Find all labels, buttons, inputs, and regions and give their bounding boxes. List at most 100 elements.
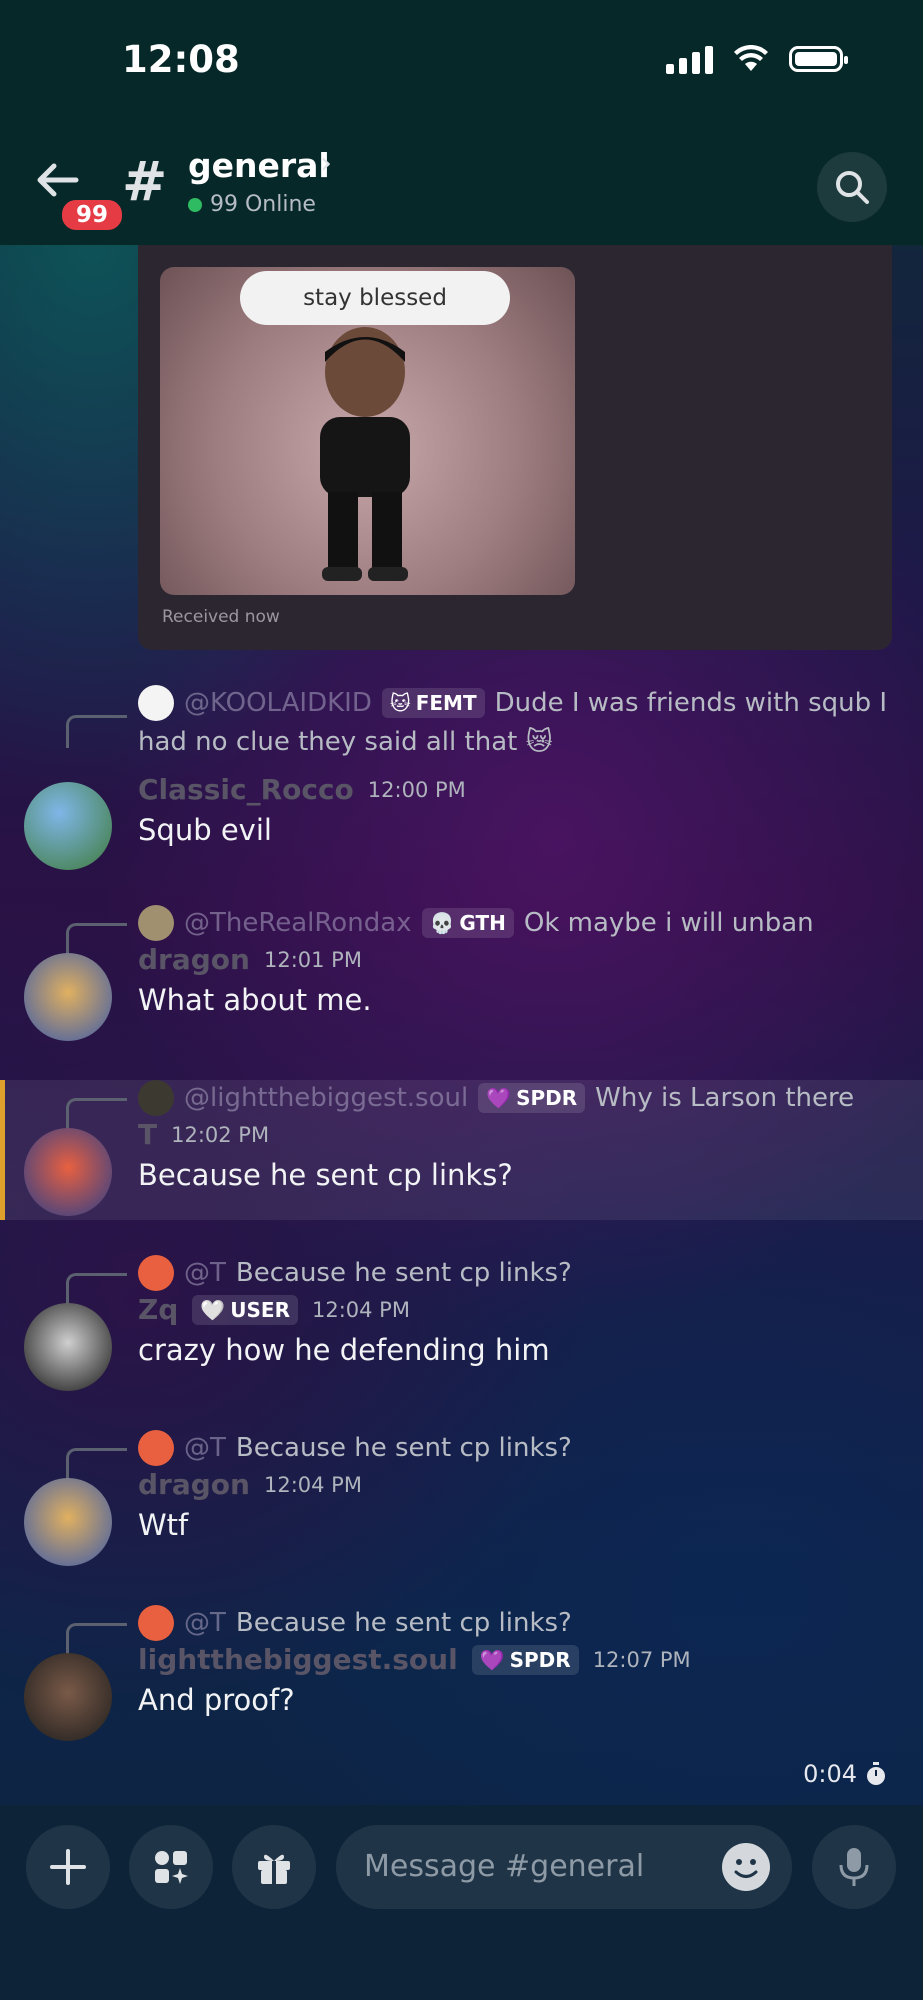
gift-icon: [258, 1854, 290, 1884]
timestamp: 12:02 PM: [171, 1122, 270, 1147]
message-text: Because he sent cp links?: [138, 1158, 513, 1192]
message-header: T 12:02 PM: [138, 1118, 269, 1151]
message-text: Wtf: [138, 1508, 189, 1542]
online-count: 99 Online: [188, 192, 316, 217]
role-badge: 💜 SPDR: [471, 1644, 579, 1675]
username[interactable]: lightthebiggest.soul: [138, 1643, 458, 1676]
message-header: Zq 🤍 USER 12:04 PM: [138, 1293, 410, 1326]
timestamp: 12:07 PM: [592, 1647, 691, 1672]
avatar[interactable]: [24, 953, 112, 1041]
username[interactable]: Zq: [138, 1293, 178, 1326]
reply-connector: [66, 1098, 127, 1131]
timestamp: 12:04 PM: [263, 1472, 362, 1497]
reply-avatar: [138, 1430, 174, 1466]
message-text: What about me.: [138, 983, 372, 1017]
online-dot-icon: [188, 197, 202, 212]
emoji-icon[interactable]: [722, 1843, 770, 1891]
reply-connector: [66, 1273, 127, 1306]
role-badge: 💜 SPDR: [478, 1083, 586, 1113]
reply-author: @T: [184, 1608, 226, 1638]
apps-icon: [155, 1851, 188, 1884]
voice-message-button[interactable]: [812, 1825, 896, 1909]
message-header: dragon 12:01 PM: [138, 943, 362, 976]
apps-button[interactable]: [129, 1825, 213, 1909]
heart-icon: 💜: [479, 1647, 505, 1672]
reply-author: @TheRealRondax: [184, 908, 412, 938]
reply-preview[interactable]: @T Because he sent cp links?: [138, 1605, 572, 1641]
gift-button[interactable]: [232, 1825, 316, 1909]
channel-header: 99 # general › 99 Online: [0, 140, 923, 245]
reply-text: Because he sent cp links?: [235, 1608, 572, 1638]
reply-text-continued: had no clue they said all that 😿: [138, 727, 553, 757]
message-composer: Message #general: [0, 1805, 923, 2000]
battery-icon: [789, 46, 848, 72]
stopwatch-icon: [867, 1762, 885, 1785]
role-badge: 🤍 USER: [192, 1294, 298, 1325]
username[interactable]: dragon: [138, 943, 250, 976]
reply-connector: [66, 1448, 127, 1481]
reply-text: Dude I was friends with squb I: [494, 688, 888, 718]
skull-icon: 💀: [429, 911, 455, 935]
wifi-icon: [734, 45, 768, 71]
person-figure-image: [320, 327, 410, 581]
timestamp: 12:04 PM: [311, 1297, 410, 1322]
message-text: Squb evil: [138, 813, 272, 847]
reply-preview[interactable]: @KOOLAIDKID 🐱 FEMT Dude I was friends wit…: [138, 685, 887, 721]
reply-author: @KOOLAIDKID: [184, 688, 372, 718]
reply-text: Because he sent cp links?: [235, 1258, 572, 1288]
image-attachment[interactable]: stay blessed Received now: [138, 245, 892, 650]
avatar[interactable]: [24, 782, 112, 870]
reply-preview[interactable]: @T Because he sent cp links?: [138, 1255, 572, 1291]
avatar[interactable]: [24, 1128, 112, 1216]
reply-connector: [66, 923, 127, 956]
heart-icon: 🤍: [200, 1297, 226, 1322]
message-text: crazy how he defending him: [138, 1333, 550, 1367]
username[interactable]: T: [138, 1118, 157, 1151]
microphone-icon: [839, 1848, 869, 1886]
search-button[interactable]: [817, 152, 887, 222]
reply-text: Because he sent cp links?: [235, 1433, 572, 1463]
message-text: And proof?: [138, 1683, 295, 1717]
reply-connector: [66, 1623, 127, 1656]
message-header: dragon 12:04 PM: [138, 1468, 362, 1501]
reply-preview[interactable]: @lightthebiggest.soul 💜 SPDR Why is Larso…: [138, 1080, 854, 1116]
reply-preview[interactable]: @T Because he sent cp links?: [138, 1430, 572, 1466]
add-attachment-button[interactable]: [26, 1825, 110, 1909]
reply-avatar: [138, 1255, 174, 1291]
reply-author: @lightthebiggest.soul: [184, 1083, 469, 1113]
signal-icon: [666, 44, 713, 74]
username[interactable]: dragon: [138, 1468, 250, 1501]
timestamp: 12:00 PM: [367, 777, 466, 802]
reply-preview[interactable]: @TheRealRondax 💀 GTH Ok maybe i will unba…: [138, 905, 814, 941]
search-icon: [836, 171, 869, 204]
reply-author: @T: [184, 1433, 226, 1463]
message-header: lightthebiggest.soul 💜 SPDR 12:07 PM: [138, 1643, 691, 1676]
cat-icon: 🐱: [389, 691, 411, 715]
channel-name[interactable]: general: [188, 146, 330, 185]
avatar[interactable]: [24, 1303, 112, 1391]
role-badge: 🐱 FEMT: [381, 688, 485, 718]
slowmode-timer: 0:04: [803, 1760, 887, 1788]
message-list[interactable]: stay blessed Received now @KOOLAIDKID 🐱 F…: [0, 245, 923, 1755]
reply-avatar: [138, 685, 174, 721]
hashtag-icon: #: [122, 150, 168, 213]
message-input[interactable]: Message #general: [336, 1825, 792, 1909]
status-time: 12:08: [122, 38, 240, 81]
reply-author: @T: [184, 1258, 226, 1288]
avatar[interactable]: [24, 1653, 112, 1741]
attached-image[interactable]: stay blessed: [160, 267, 575, 595]
timestamp: 12:01 PM: [263, 947, 362, 972]
message-placeholder: Message #general: [364, 1849, 645, 1884]
online-label: 99 Online: [210, 192, 316, 217]
reply-avatar: [138, 905, 174, 941]
reply-text: Ok maybe i will unban: [523, 908, 814, 938]
username[interactable]: Classic_Rocco: [138, 773, 354, 806]
chevron-right-icon[interactable]: ›: [320, 146, 332, 181]
timer-value: 0:04: [803, 1760, 857, 1788]
avatar[interactable]: [24, 1478, 112, 1566]
reply-text: Why is Larson there: [595, 1083, 855, 1113]
message-header: Classic_Rocco 12:00 PM: [138, 773, 466, 806]
back-arrow-icon[interactable]: [36, 160, 80, 200]
unread-badge: 99: [58, 196, 127, 234]
reply-avatar: [138, 1080, 174, 1116]
